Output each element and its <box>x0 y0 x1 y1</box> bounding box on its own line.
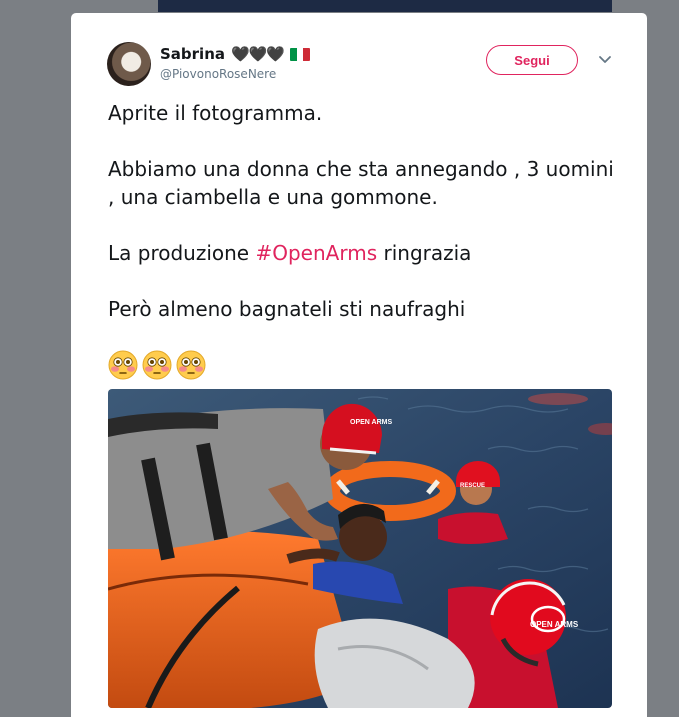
chevron-down-icon[interactable] <box>597 51 613 67</box>
tweet-text-after-hashtag: ringrazia <box>377 241 472 265</box>
user-handle[interactable]: @PiovonoRoseNere <box>160 67 276 81</box>
flushed-face-icon <box>176 350 206 380</box>
helmet-text-2: RESCUE <box>460 483 485 489</box>
tweet-paragraph-2: Abbiamo una donna che sta annegando , 3 … <box>108 157 614 209</box>
helmet-text-3: OPEN ARMS <box>530 620 579 629</box>
tweet-paragraph-4: Però almeno bagnateli sti naufraghi <box>108 297 466 321</box>
hashtag-link[interactable]: #OpenArms <box>255 241 377 265</box>
tweet-text-before-hashtag: La produzione <box>108 241 256 265</box>
emoji-row <box>108 349 618 381</box>
tweet-line-1: Aprite il fotogramma. <box>108 101 323 125</box>
flushed-face-icon <box>142 350 172 380</box>
helmet-text-1: OPEN ARMS <box>350 419 392 426</box>
rescue-scene-illustration: OPEN ARMS RESCUE OPEN ARMS <box>108 389 612 708</box>
tweet-card: Sabrina 🖤🖤🖤 @PiovonoRoseNere Segui Aprit… <box>71 13 647 717</box>
italy-flag-icon <box>290 47 311 61</box>
flushed-face-icon <box>108 350 138 380</box>
avatar[interactable] <box>107 42 151 86</box>
background-tweet-image-strip <box>158 0 612 12</box>
display-name[interactable]: Sabrina <box>160 45 225 63</box>
follow-button[interactable]: Segui <box>486 45 578 75</box>
tweet-paragraph-3: La produzione #OpenArms ringrazia <box>108 239 618 267</box>
tweet-text: Aprite il fotogramma. Abbiamo una donna … <box>108 99 618 381</box>
black-hearts-emoji: 🖤🖤🖤 <box>231 45 285 63</box>
name-row[interactable]: Sabrina 🖤🖤🖤 <box>160 45 311 63</box>
tweet-header: Sabrina 🖤🖤🖤 @PiovonoRoseNere Segui <box>107 42 617 88</box>
tweet-photo[interactable]: OPEN ARMS RESCUE OPEN ARMS <box>108 389 612 708</box>
